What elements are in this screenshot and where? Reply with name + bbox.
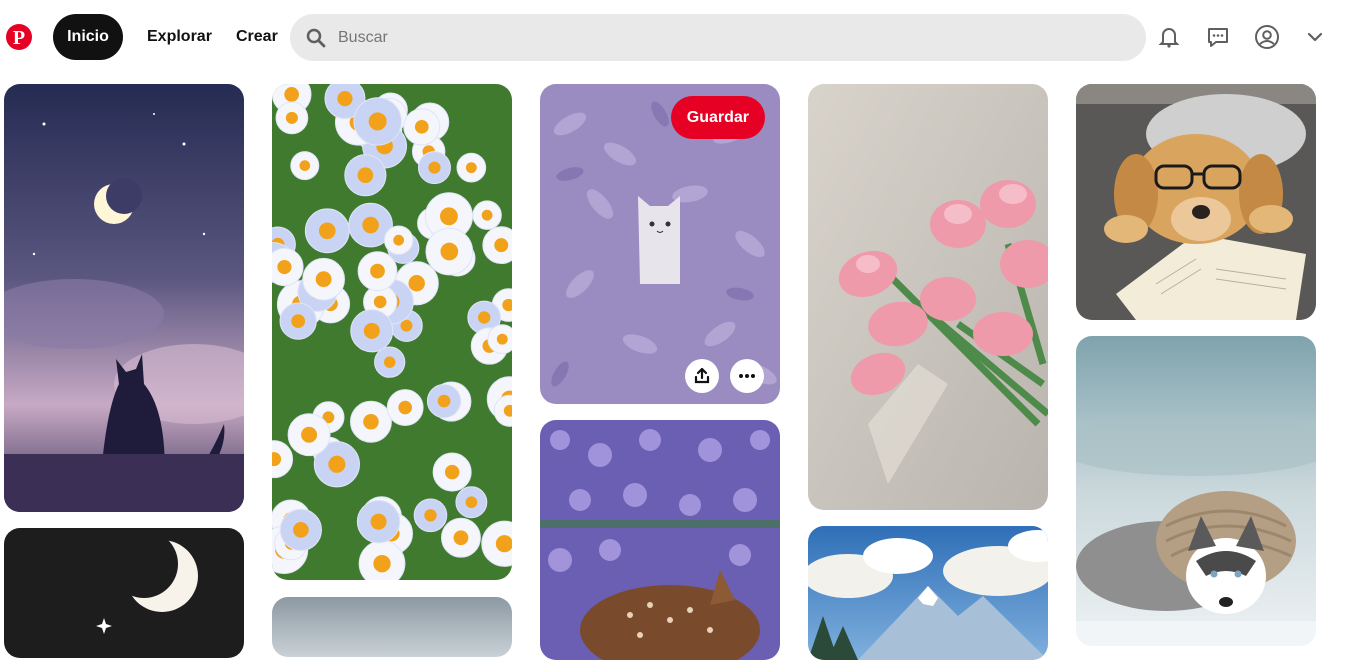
nav-home-button[interactable]: Inicio xyxy=(53,14,123,60)
pin-card[interactable] xyxy=(4,528,244,658)
search-bar[interactable] xyxy=(290,14,1146,61)
pin-card[interactable] xyxy=(808,84,1048,510)
svg-text:P: P xyxy=(13,27,25,49)
save-button[interactable]: Guardar xyxy=(670,96,765,139)
pin-card[interactable] xyxy=(272,84,512,580)
top-navigation-bar: P Inicio Explorar Crear xyxy=(0,0,1346,76)
pinterest-logo-icon[interactable]: P xyxy=(6,24,32,50)
search-input[interactable] xyxy=(338,28,1098,47)
mountains-image xyxy=(808,526,1048,660)
pin-card[interactable] xyxy=(540,420,780,660)
search-icon xyxy=(306,28,326,47)
share-icon[interactable] xyxy=(685,359,719,393)
nav-explore-link[interactable]: Explorar xyxy=(147,14,212,60)
dog-reading-image xyxy=(1076,84,1316,320)
nav-create-link[interactable]: Crear xyxy=(236,14,278,60)
pin-card[interactable]: Guardar xyxy=(540,84,780,404)
moon-image xyxy=(4,528,244,658)
more-icon[interactable] xyxy=(730,359,764,393)
husky-image xyxy=(1076,336,1316,646)
sky-image xyxy=(272,597,512,657)
tulips-image xyxy=(808,84,1048,510)
chat-icon[interactable] xyxy=(1201,20,1235,54)
bell-icon[interactable] xyxy=(1152,20,1186,54)
pin-card[interactable] xyxy=(808,526,1048,660)
cat-moon-image xyxy=(4,84,244,512)
pin-card[interactable] xyxy=(1076,84,1316,320)
pin-card[interactable] xyxy=(1076,336,1316,646)
profile-icon[interactable] xyxy=(1250,20,1284,54)
daisies-image xyxy=(272,84,512,580)
pin-card[interactable] xyxy=(272,597,512,657)
fawn-flowers-image xyxy=(540,420,780,660)
pin-card[interactable] xyxy=(4,84,244,512)
chevron-down-icon[interactable] xyxy=(1298,20,1332,54)
